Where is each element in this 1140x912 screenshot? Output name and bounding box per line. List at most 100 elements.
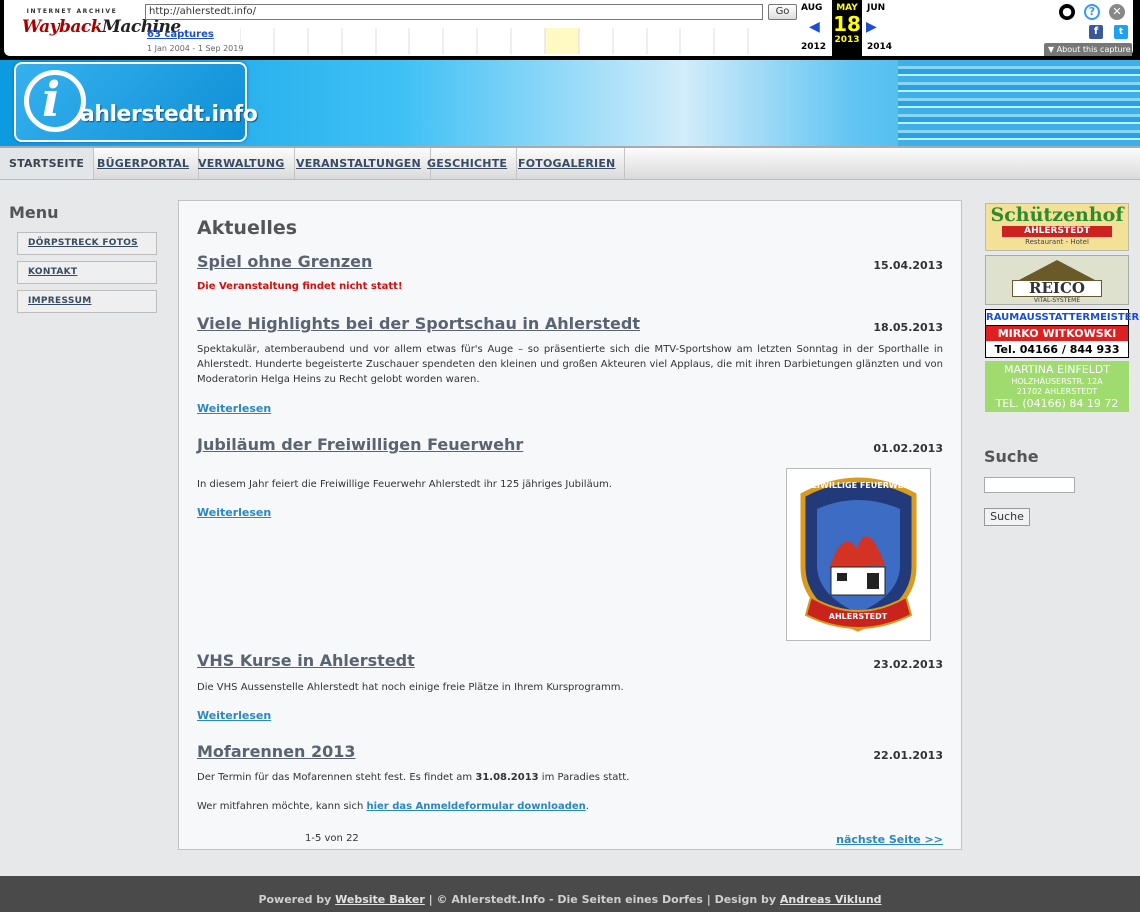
ad-text: VITAL-SYSTEME [1033,297,1081,304]
article-text: In diesem Jahr feiert die Freiwillige Fe… [197,479,612,490]
article-text: Spektakulär, atemberaubend und vor allem… [197,344,943,385]
wayback-logo[interactable]: INTERNET ARCHIVE WaybackMachine [22,8,181,48]
wayback-next-arrow-icon[interactable]: ▶ [866,19,877,35]
about-caret-icon: ▼ [1048,45,1057,54]
article-text-date: 31.08.2013 [475,772,539,783]
article-text: Wer mitfahren möchte, kann sich hier das… [197,799,943,814]
news-content: Aktuelles Spiel ohne Grenzen 15.04.2013 … [178,200,962,850]
nav-startseite[interactable]: STARTSEITE [0,148,95,179]
wayback-toolbar: INTERNET ARCHIVE WaybackMachine http://a… [0,0,1140,60]
main-nav: STARTSEITE BÜGERPORTAL VERWALTUNG VERANS… [0,146,1140,180]
logo-letter: i [42,72,61,128]
article-title[interactable]: Mofarennen 2013 [197,742,356,761]
article-title[interactable]: VHS Kurse in Ahlerstedt [197,651,415,670]
download-form-link[interactable]: hier das Anmeldeformular downloaden [366,801,585,812]
emblem-graphic: FREIWILLIGE FEUERWEHR AHLERSTEDT [800,477,917,632]
menu-title: Menu [9,203,59,222]
nav-buergerportal[interactable]: BÜGERPORTAL [88,148,200,179]
site-header: i ahlerstedt.info [0,60,1140,146]
site-footer: Powered by Website Baker | © Ahlerstedt.… [0,876,1140,912]
search-input[interactable] [984,477,1075,493]
wayback-logo-top: INTERNET ARCHIVE [26,8,118,15]
wayback-go-button[interactable]: Go [768,4,797,20]
user-icon[interactable]: ● [1059,4,1075,20]
search-button[interactable]: Suche [984,508,1030,526]
footer-text: Powered by [258,893,336,906]
fire-department-emblem: FREIWILLIGE FEUERWEHR AHLERSTEDT [786,468,931,641]
ad-text: MARTINA EINFELDT [1003,363,1111,376]
wayback-logo-main: WaybackMachine [22,17,181,37]
pager-count: 1-5 von 22 [305,833,359,844]
article-date: 18.05.2013 [873,321,943,334]
page-title: Aktuelles [197,217,298,239]
emblem-bottom-text: AHLERSTEDT [829,612,888,621]
nav-veranstaltungen[interactable]: VERANSTALTUNGEN [287,148,431,179]
wayback-prev-month[interactable]: AUG [801,3,822,13]
ad-text: RAUMAUSSTATTERMEISTER [986,310,1139,326]
wayback-capture-sparkline[interactable] [240,28,782,54]
article-text: Der Termin für das Mofarennen steht fest… [197,770,943,785]
ad-text: Tel. 04166 / 844 933 [994,343,1120,356]
ad-text: 21702 AHLERSTEDT [1016,387,1098,396]
facebook-icon[interactable]: f [1089,25,1103,39]
wayback-prev-arrow-icon[interactable]: ◀ [809,19,820,35]
article-title[interactable]: Spiel ohne Grenzen [197,252,372,271]
ad-reico[interactable]: REICO VITAL-SYSTEME [985,255,1129,305]
article-date: 23.02.2013 [873,658,943,671]
close-icon[interactable]: ✕ [1109,4,1125,20]
ad-text: AHLERSTEDT [1002,226,1112,237]
wayback-logo-main-1: Wayback [22,17,103,37]
article-title[interactable]: Viele Highlights bei der Sportschau in A… [197,314,640,333]
sparkline-current-year [545,28,579,54]
read-more-link[interactable]: Weiterlesen [197,402,271,415]
article-text: Die VHS Aussenstelle Ahlerstedt hat noch… [197,682,624,693]
about-capture-label: About this capture [1056,45,1131,54]
nav-verwaltung[interactable]: VERWALTUNG [189,148,295,179]
header-stripes [898,60,1140,146]
wayback-current-date: MAY 18 2013 [832,0,862,56]
article-text-part: . [585,801,589,812]
wayback-current-day: 18 [833,12,861,36]
search-title: Suche [984,447,1039,466]
article-title[interactable]: Jubiläum der Freiwilligen Feuerwehr [197,435,523,454]
ad-einfeldt[interactable]: MARTINA EINFELDT HOLZHÄUSERSTR. 12A 2170… [985,361,1129,412]
menu-item-impressum[interactable]: IMPRESSUM [17,290,157,313]
twitter-icon[interactable]: t [1114,25,1128,39]
nav-fotogalerien[interactable]: FOTOGALERIEN [509,148,626,179]
article-date: 15.04.2013 [873,259,943,272]
article-date: 22.01.2013 [873,749,943,762]
article-text-part: Der Termin für das Mofarennen steht fest… [197,772,476,783]
article-text-part: im Paradies statt. [538,772,630,783]
ad-witkowski[interactable]: RAUMAUSSTATTERMEISTER MIRKO WITKOWSKI Te… [985,309,1139,358]
next-page-link[interactable]: nächste Seite >> [836,833,943,846]
wayback-date-range: 1 Jan 2004 - 1 Sep 2019 [147,44,244,53]
ad-text: REICO [1012,280,1102,297]
article-text-part: Wer mitfahren möchte, kann sich [197,801,367,812]
about-capture-button[interactable]: ▼ About this capture [1044,43,1132,56]
help-icon[interactable]: ? [1084,4,1100,20]
mountain-icon [1019,260,1095,280]
wayback-toolbar-panel: INTERNET ARCHIVE WaybackMachine http://a… [4,0,1133,56]
wayback-next-year[interactable]: 2014 [867,42,892,52]
wayback-next-month[interactable]: JUN [867,3,885,13]
ad-schuetzenhof[interactable]: Schützenhof AHLERSTEDT Restaurant - Hote… [985,203,1129,251]
ad-text: HOLZHÄUSERSTR. 12A [1011,377,1103,386]
emblem-top-text: FREIWILLIGE FEUERWEHR [800,481,916,490]
read-more-link[interactable]: Weiterlesen [197,709,271,722]
logo-text: ahlerstedt.info [80,102,258,127]
wayback-url-input[interactable]: http://ahlerstedt.info/ [145,4,763,20]
nav-geschichte[interactable]: GESCHICHTE [418,148,518,179]
ad-text: Restaurant - Hotel [1025,238,1089,246]
site-logo[interactable]: i ahlerstedt.info [14,62,258,142]
wayback-captures-link[interactable]: 63 captures [147,29,214,40]
wayback-prev-year[interactable]: 2012 [801,42,826,52]
designer-link[interactable]: Andreas Viklund [780,893,882,906]
website-baker-link[interactable]: Website Baker [335,893,425,906]
menu-item-doerpstreck-fotos[interactable]: DÖRPSTRECK FOTOS [17,232,157,255]
menu-item-kontakt[interactable]: KONTAKT [17,261,157,284]
ad-text: Schützenhof [990,204,1124,226]
ad-text: TEL. (04166) 84 19 72 [995,397,1119,410]
wayback-current-year: 2013 [834,35,860,45]
article-notice: Die Veranstaltung findet nicht statt! [197,281,403,292]
read-more-link[interactable]: Weiterlesen [197,506,271,519]
